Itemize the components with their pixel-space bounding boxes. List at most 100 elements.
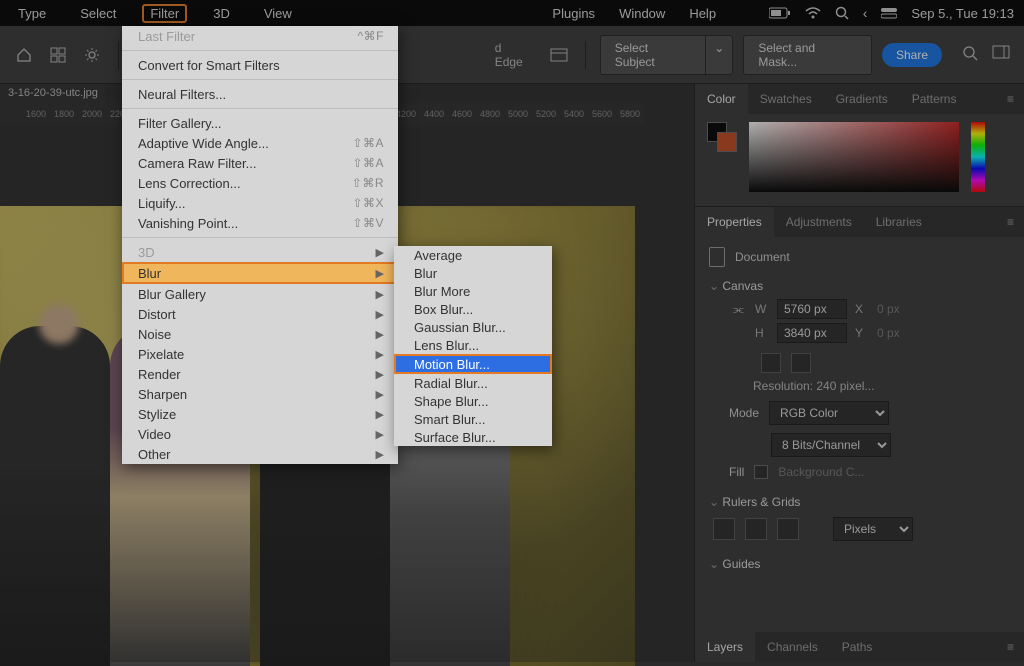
menu-3d[interactable]: 3D [205, 4, 238, 23]
menu-noise-submenu[interactable]: Noise▶ [122, 324, 398, 344]
workspace-icon[interactable] [992, 45, 1012, 65]
menu-item-label: Last Filter [138, 29, 358, 44]
hue-slider[interactable] [971, 122, 985, 192]
menu-blur-gallery-submenu[interactable]: Blur Gallery▶ [122, 284, 398, 304]
ruler-icon[interactable] [713, 518, 735, 540]
select-and-mask-button[interactable]: Select and Mask... [743, 35, 872, 75]
menu-item-label: Convert for Smart Filters [138, 58, 384, 73]
menu-item-label: Sharpen [138, 387, 376, 402]
ruler-tick: 5400 [560, 109, 588, 119]
fg-bg-swatch[interactable] [707, 122, 737, 152]
menu-filter-gallery[interactable]: Filter Gallery... [122, 113, 398, 133]
tab-channels[interactable]: Channels [755, 632, 830, 662]
search-icon[interactable] [835, 6, 849, 20]
submenu-gaussian-blur[interactable]: Gaussian Blur... [394, 318, 552, 336]
menu-view[interactable]: View [256, 4, 300, 23]
menu-lens-correction[interactable]: Lens Correction...⇧⌘R [122, 173, 398, 193]
background-color[interactable] [717, 132, 737, 152]
panel-menu-icon[interactable]: ≡ [997, 640, 1024, 654]
tab-properties[interactable]: Properties [695, 207, 774, 237]
menu-stylize-submenu[interactable]: Stylize▶ [122, 404, 398, 424]
share-button[interactable]: Share [882, 43, 942, 67]
menu-adaptive-wide-angle[interactable]: Adaptive Wide Angle...⇧⌘A [122, 133, 398, 153]
submenu-blur[interactable]: Blur [394, 264, 552, 282]
menu-filter[interactable]: Filter [142, 4, 187, 23]
submenu-radial-blur[interactable]: Radial Blur... [394, 374, 552, 392]
fill-swatch[interactable] [754, 465, 768, 479]
tab-paths[interactable]: Paths [830, 632, 885, 662]
guides-icon[interactable] [777, 518, 799, 540]
menu-plugins[interactable]: Plugins [552, 6, 595, 21]
options-icon[interactable] [547, 43, 571, 67]
menu-item-label: Filter Gallery... [138, 116, 384, 131]
menu-3d-submenu: 3D▶ [122, 242, 398, 262]
menu-item-shortcut: ⇧⌘X [352, 196, 384, 210]
grid-icon[interactable] [745, 518, 767, 540]
submenu-box-blur[interactable]: Box Blur... [394, 300, 552, 318]
submenu-surface-blur[interactable]: Surface Blur... [394, 428, 552, 446]
menu-window[interactable]: Window [619, 6, 665, 21]
submenu-smart-blur[interactable]: Smart Blur... [394, 410, 552, 428]
tab-patterns[interactable]: Patterns [900, 84, 969, 114]
chevron-right-icon: ▶ [376, 288, 384, 301]
submenu-motion-blur[interactable]: Motion Blur... [394, 354, 552, 374]
panel-menu-icon[interactable]: ≡ [997, 92, 1024, 106]
menu-type[interactable]: Type [10, 4, 54, 23]
chevron-right-icon: ▶ [376, 246, 384, 259]
tab-gradients[interactable]: Gradients [824, 84, 900, 114]
menu-pixelate-submenu[interactable]: Pixelate▶ [122, 344, 398, 364]
panel-menu-icon[interactable]: ≡ [997, 215, 1024, 229]
landscape-icon[interactable] [791, 353, 811, 373]
grid-icon[interactable] [46, 43, 70, 67]
width-input[interactable] [777, 299, 847, 319]
menu-render-submenu[interactable]: Render▶ [122, 364, 398, 384]
menu-help[interactable]: Help [689, 6, 716, 21]
x-value: 0 px [877, 302, 900, 316]
blur-submenu: Average Blur Blur More Box Blur... Gauss… [394, 246, 552, 446]
search-history-icon[interactable] [962, 45, 982, 65]
menu-item-label: Blur Gallery [138, 287, 376, 302]
tab-layers[interactable]: Layers [695, 632, 755, 662]
chevron-down-icon[interactable]: ⌄ [706, 36, 732, 74]
bits-row: 8 Bits/Channel [729, 433, 1010, 457]
menu-select[interactable]: Select [72, 4, 124, 23]
color-field[interactable] [749, 122, 959, 192]
menu-sharpen-submenu[interactable]: Sharpen▶ [122, 384, 398, 404]
menu-camera-raw-filter[interactable]: Camera Raw Filter...⇧⌘A [122, 153, 398, 173]
tab-swatches[interactable]: Swatches [748, 84, 824, 114]
select-subject-button[interactable]: Select Subject ⌄ [600, 35, 734, 75]
tab-adjustments[interactable]: Adjustments [774, 207, 864, 237]
submenu-lens-blur[interactable]: Lens Blur... [394, 336, 552, 354]
mode-select[interactable]: RGB Color [769, 401, 889, 425]
bits-select[interactable]: 8 Bits/Channel [771, 433, 891, 457]
menu-vanishing-point[interactable]: Vanishing Point...⇧⌘V [122, 213, 398, 233]
gear-icon[interactable] [80, 43, 104, 67]
section-rulers-grids[interactable]: Rulers & Grids [709, 495, 1010, 509]
link-icon[interactable]: ⫘ [733, 302, 747, 317]
tab-color[interactable]: Color [695, 84, 748, 114]
submenu-shape-blur[interactable]: Shape Blur... [394, 392, 552, 410]
tab-libraries[interactable]: Libraries [864, 207, 934, 237]
section-guides[interactable]: Guides [709, 557, 1010, 571]
menu-item-shortcut: ^⌘F [358, 29, 384, 43]
menu-neural-filters[interactable]: Neural Filters... [122, 84, 398, 104]
menu-distort-submenu[interactable]: Distort▶ [122, 304, 398, 324]
wifi-icon [805, 7, 821, 19]
home-icon[interactable] [12, 43, 36, 67]
menu-liquify[interactable]: Liquify...⇧⌘X [122, 193, 398, 213]
submenu-blur-more[interactable]: Blur More [394, 282, 552, 300]
document-tab[interactable]: 3-16-20-39-utc.jpg [0, 84, 106, 102]
menu-video-submenu[interactable]: Video▶ [122, 424, 398, 444]
height-input[interactable] [777, 323, 847, 343]
ruler-units-select[interactable]: Pixels [833, 517, 913, 541]
menu-blur-submenu[interactable]: Blur▶ [122, 262, 398, 284]
menu-other-submenu[interactable]: Other▶ [122, 444, 398, 464]
menu-convert-smart-filters[interactable]: Convert for Smart Filters [122, 55, 398, 75]
portrait-icon[interactable] [761, 353, 781, 373]
submenu-average[interactable]: Average [394, 246, 552, 264]
chevron-left-icon[interactable]: ‹ [863, 5, 868, 21]
control-center-icon[interactable] [881, 7, 897, 19]
section-canvas[interactable]: Canvas [709, 279, 1010, 293]
app-menubar: Type Select Filter 3D View Plugins Windo… [0, 0, 1024, 26]
orientation-icons [761, 353, 1010, 373]
